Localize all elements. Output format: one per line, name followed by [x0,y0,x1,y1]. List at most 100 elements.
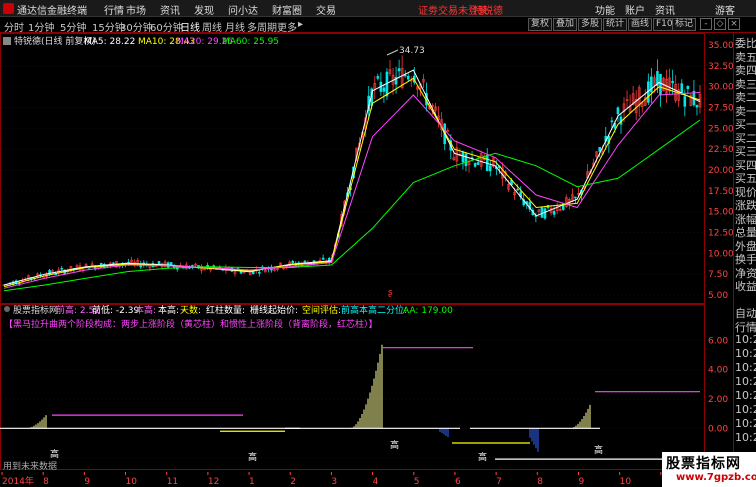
indicator-tick-label: 2.00 [708,395,728,405]
price-tick-label: 35.00 [708,41,733,51]
ind-aa: AA: 179.00 [403,306,453,316]
high-pointer [386,49,399,56]
indicator-tick-label: 0.00 [708,424,728,434]
candle-body [659,74,662,96]
candle-body [610,120,614,123]
date-tick-label: 6 [455,477,461,487]
price-tick-label: 27.50 [708,104,733,114]
menu-assistant[interactable]: 问小达 [228,2,258,17]
menu-function[interactable]: 功能 [595,2,615,17]
date-tick-label: 10 [620,477,632,487]
menu-wealth[interactable]: 财富圈 [272,2,302,17]
candle-body [303,260,307,263]
tab-5min[interactable]: 5分钟 [60,19,86,34]
candle-body [516,188,519,191]
grid-lines [1,44,704,459]
indicator-lines [0,347,700,460]
ind-space-eval: 空间评估: [302,304,341,316]
tab-60min[interactable]: 60分钟 [150,19,183,34]
candle-body [461,151,465,163]
menu-news[interactable]: 资讯 [160,2,180,17]
quote-field-label: 收益 [735,280,756,293]
stats-button[interactable]: 统计 [603,18,628,31]
candle-body [671,80,674,84]
price-tick-label: 10.00 [708,249,733,259]
ma-line-ma20 [3,92,701,289]
tab-30min[interactable]: 30分钟 [120,19,153,34]
tick-time: 10:2 [735,431,756,444]
menu-guest[interactable]: 游客 [715,2,735,17]
date-tick-label: 11 [167,477,178,487]
multi-stock-button[interactable]: 多股 [578,18,603,31]
no-data-notice: 用到未来数据 [3,460,57,472]
candle-body [382,87,386,92]
menu-info[interactable]: 资讯 [655,2,675,17]
close-icon[interactable]: × [728,18,740,30]
high-price-label: 34.73 [399,46,425,56]
menu-discover[interactable]: 发现 [194,2,214,17]
price-tick-label: 20.00 [708,166,733,176]
high-mark: 高 [594,444,603,456]
high-mark: 高 [390,439,399,451]
tab-daily[interactable]: 日线 [180,19,200,34]
candlesticks [2,55,702,287]
adjust-button[interactable]: 复权 [528,18,553,31]
stock-selector-icon[interactable] [3,37,11,45]
price-tick-label: 12.50 [708,229,733,239]
price-axis: 35.00 32.50 30.00 27.50 25.00 22.50 20.00 17.50… [708,41,733,301]
price-tick-label: 17.50 [708,187,733,197]
mark-button[interactable]: 标记 [672,18,697,31]
date-axis: 2014年891011121234567891011 [1,472,672,487]
candle-body [552,211,556,215]
draw-button[interactable]: 画线 [628,18,653,31]
tab-1min[interactable]: 1分钟 [28,19,54,34]
period-toolbar: 分时 1分钟 5分钟 15分钟 30分钟 60分钟 日线 周线 月线 多周期 更… [0,17,756,34]
candle-body [540,207,544,218]
notice-stock[interactable]: 特锐德 [473,2,503,17]
candle-body [258,271,261,274]
high-mark: 高 [248,451,257,463]
indicator-bars [27,344,591,452]
date-tick-label: 2 [290,477,296,487]
indicator-axis: 6.004.002.000.00-2.00 [708,336,732,463]
tab-monthly[interactable]: 月线 [225,19,245,34]
date-tick-label: 8 [43,477,49,487]
minimize-icon[interactable]: - [700,18,712,30]
candle-body [376,76,380,79]
restore-icon[interactable]: ◇ [714,18,726,30]
date-tick-label: 3 [331,477,337,487]
tick-time: 10:2 [735,333,756,346]
date-tick-label: 5 [414,477,420,487]
tab-more[interactable]: 更多 [277,19,297,34]
menu-market[interactable]: 市场 [126,2,146,17]
ma5-legend: MA5: 28.22 [84,37,135,47]
tab-weekly[interactable]: 周线 [202,19,222,34]
candle-body [686,85,690,90]
menu-trade[interactable]: 交易 [316,2,336,17]
tab-multi-period[interactable]: 多周期 [247,19,277,34]
tick-time: 10:2 [735,389,756,402]
tick-time: 10:2 [735,361,756,374]
ind-start-price: 栅线起始价: [250,304,298,316]
high-mark: 高 [478,451,487,463]
candle-body [683,96,687,107]
date-tick-label: 4 [373,477,379,487]
menu-account[interactable]: 账户 [625,2,645,17]
ind-cur-high: 本高: [135,304,156,316]
more-chevron-icon[interactable]: ▸ [298,19,303,30]
tab-timeshare[interactable]: 分时 [4,19,24,34]
title-bar: 通达信金融终端 行情 市场 资讯 发现 问小达 财富圈 交易 证劵交易未登录 特… [0,0,756,17]
indicator-selector-icon[interactable] [4,306,10,312]
tick-time: 10:2 [735,417,756,430]
menu-quotes[interactable]: 行情 [104,2,124,17]
quote-side-panel: 委比 卖五 卖四 卖三 卖二 卖一 买一 买二 买三 买四 买五 现价 涨跌 涨幅 总量 外盘 换手 净资 收益 自动… [733,33,756,487]
indicator-name: 股票指标网 [13,304,58,316]
watermark-title: 股票指标网 [666,456,741,472]
candle-body [464,153,468,167]
overlay-button[interactable]: 叠加 [553,18,578,31]
kline-chart[interactable]: 35.0032.5030.0027.5025.0022.5020.0017.50… [0,33,733,487]
candle-body [321,257,325,260]
date-tick-label: 9 [84,477,90,487]
candle-body [488,165,492,172]
watermark: 股票指标网 www.7gpzb.com [662,452,756,487]
